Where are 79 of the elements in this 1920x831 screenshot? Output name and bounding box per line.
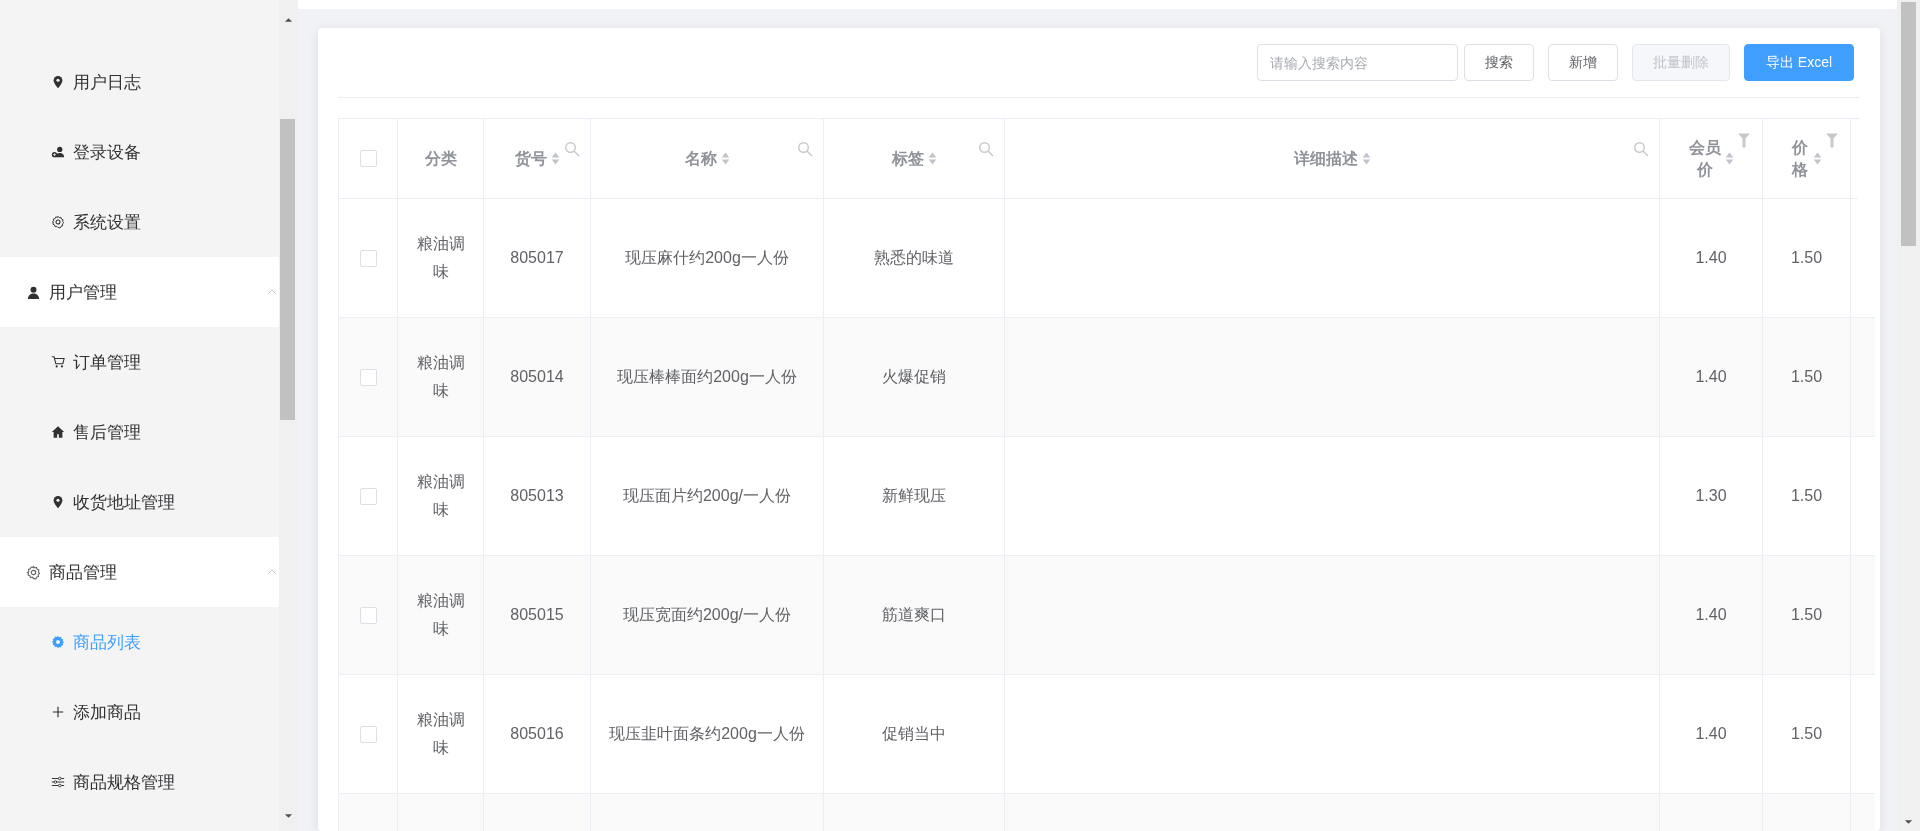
- table-cell: 火爆促销: [824, 318, 1005, 437]
- user-plus-icon: [51, 145, 65, 159]
- sort-icon[interactable]: [1725, 152, 1735, 165]
- table-cell: 粮油调味: [398, 556, 484, 675]
- menu-item[interactable]: 售后管理: [0, 397, 279, 467]
- table-cell: 1.50: [1763, 556, 1851, 675]
- menu-item[interactable]: 系统设置: [0, 187, 279, 257]
- settings-icon: [51, 215, 65, 229]
- filter-icon[interactable]: [1826, 133, 1838, 148]
- house-icon: [51, 425, 65, 439]
- toolbar-button[interactable]: 新增: [1548, 44, 1618, 81]
- table-cell: 新鲜现压: [824, 437, 1005, 556]
- select-all-checkbox[interactable]: [359, 150, 377, 167]
- plus-icon: [51, 705, 65, 719]
- sort-icon[interactable]: [927, 152, 937, 165]
- table-cell: 筋道爽口: [824, 556, 1005, 675]
- settings-icon: [51, 635, 65, 649]
- table-cell: 促销当中: [824, 675, 1005, 794]
- location-pin-icon: [51, 75, 65, 89]
- search-field[interactable]: 请输入搜索内容: [1257, 44, 1458, 81]
- menu-group[interactable]: 商品管理: [0, 537, 279, 607]
- sort-icon[interactable]: [1812, 152, 1822, 165]
- table-cell: 现压麻什约200g一人份: [591, 199, 824, 318]
- cart-icon: [51, 355, 65, 369]
- table-cell: 现压棒棒面约200g一人份: [591, 318, 824, 437]
- row-checkbox[interactable]: [359, 487, 377, 505]
- scroll-down-icon[interactable]: [1904, 819, 1913, 825]
- filter-icon[interactable]: [1738, 133, 1750, 148]
- table-cell: 现压面片约200g/一人份: [591, 437, 824, 556]
- row-checkbox[interactable]: [359, 725, 377, 743]
- table-cell: 1.40: [1660, 199, 1763, 318]
- table-cell: 1.50: [1763, 318, 1851, 437]
- search-icon[interactable]: [564, 141, 580, 157]
- table-cell: 1.40: [1660, 318, 1763, 437]
- table-cell: 粮油调味: [398, 199, 484, 318]
- menu-item[interactable]: 订单管理: [0, 327, 279, 397]
- table-cell: 1.50: [1763, 199, 1851, 318]
- search-icon[interactable]: [797, 141, 813, 157]
- row-checkbox[interactable]: [359, 368, 377, 386]
- settings-icon: [26, 564, 41, 580]
- table-cell: 1.50: [1763, 437, 1851, 556]
- table-cell: 1.40: [1660, 556, 1763, 675]
- menu-item[interactable]: 商品规格管理: [0, 747, 279, 817]
- table-cell: 粮油调味: [398, 318, 484, 437]
- table-cell: 805016: [484, 675, 591, 794]
- table-cell: 熟悉的味道: [824, 199, 1005, 318]
- location-pin-icon: [51, 495, 65, 509]
- toolbar-button[interactable]: 搜索: [1464, 44, 1534, 81]
- sidebar-scrollbar[interactable]: [279, 0, 298, 831]
- search-icon[interactable]: [1633, 141, 1649, 157]
- table-cell: 现压韭叶面条约200g一人份: [591, 675, 824, 794]
- search-icon[interactable]: [978, 141, 994, 157]
- menu-item[interactable]: 用户日志: [0, 47, 279, 117]
- sort-icon[interactable]: [550, 152, 560, 165]
- table-cell: 现压宽面约200g/一人份: [591, 556, 824, 675]
- menu-item[interactable]: 收货地址管理: [0, 467, 279, 537]
- table-cell: 1.40: [1660, 675, 1763, 794]
- menu-group[interactable]: 用户管理: [0, 257, 279, 327]
- scroll-up-icon[interactable]: [284, 17, 293, 23]
- row-checkbox[interactable]: [359, 606, 377, 624]
- table-cell: 粮油调味: [398, 675, 484, 794]
- scrollbar-thumb[interactable]: [280, 119, 295, 420]
- scrollbar-thumb[interactable]: [1901, 2, 1916, 246]
- table-cell: 1.30: [1660, 437, 1763, 556]
- menu-item[interactable]: 添加商品: [0, 677, 279, 747]
- table-cell: 粮油调味: [398, 437, 484, 556]
- sort-icon[interactable]: [1361, 152, 1371, 165]
- table-cell: 805015: [484, 556, 591, 675]
- table-cell: 805013: [484, 437, 591, 556]
- person-icon: [26, 284, 41, 300]
- page-scrollbar[interactable]: [1897, 0, 1920, 831]
- table-cell: 805014: [484, 318, 591, 437]
- table-cell: 805017: [484, 199, 591, 318]
- sort-icon[interactable]: [720, 152, 730, 165]
- row-checkbox[interactable]: [359, 249, 377, 267]
- menu-item[interactable]: 登录设备: [0, 117, 279, 187]
- table-cell: 1.50: [1763, 675, 1851, 794]
- scroll-down-icon[interactable]: [284, 813, 293, 819]
- sliders-icon: [51, 775, 65, 789]
